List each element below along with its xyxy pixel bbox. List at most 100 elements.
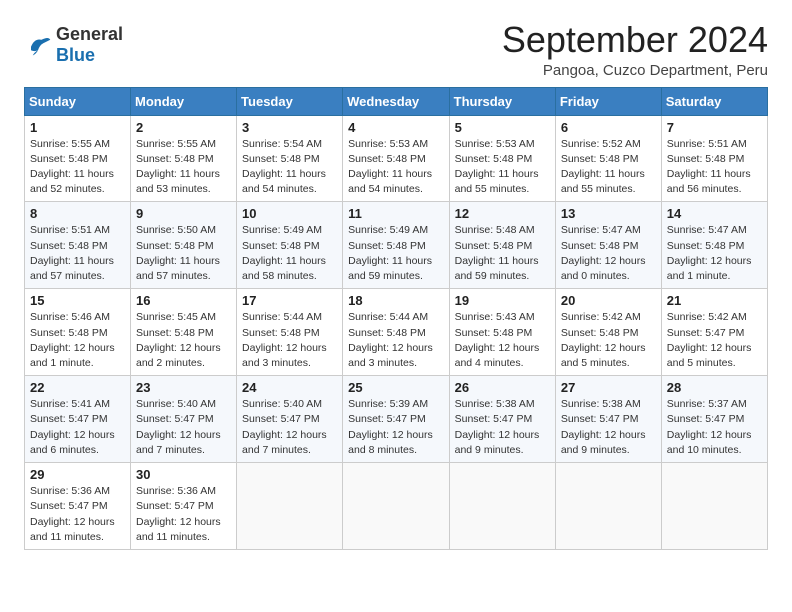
day-detail: Sunrise: 5:51 AMSunset: 5:48 PMDaylight:… [30,224,114,282]
calendar-cell [661,463,767,550]
calendar-cell: 28 Sunrise: 5:37 AMSunset: 5:47 PMDaylig… [661,376,767,463]
calendar-cell: 2 Sunrise: 5:55 AMSunset: 5:48 PMDayligh… [131,115,237,202]
day-detail: Sunrise: 5:47 AMSunset: 5:48 PMDaylight:… [561,224,646,282]
calendar-cell: 9 Sunrise: 5:50 AMSunset: 5:48 PMDayligh… [131,202,237,289]
logo-bird-icon [24,31,52,59]
calendar-cell: 21 Sunrise: 5:42 AMSunset: 5:47 PMDaylig… [661,289,767,376]
day-number: 3 [242,120,337,135]
weekday-header-friday: Friday [555,87,661,115]
day-detail: Sunrise: 5:43 AMSunset: 5:48 PMDaylight:… [455,311,540,369]
day-detail: Sunrise: 5:53 AMSunset: 5:48 PMDaylight:… [348,138,432,196]
day-number: 8 [30,206,125,221]
day-number: 2 [136,120,231,135]
weekday-header-wednesday: Wednesday [343,87,449,115]
day-detail: Sunrise: 5:49 AMSunset: 5:48 PMDaylight:… [348,224,432,282]
calendar-cell: 11 Sunrise: 5:49 AMSunset: 5:48 PMDaylig… [343,202,449,289]
day-number: 24 [242,380,337,395]
calendar-cell: 14 Sunrise: 5:47 AMSunset: 5:48 PMDaylig… [661,202,767,289]
day-number: 22 [30,380,125,395]
calendar-cell: 13 Sunrise: 5:47 AMSunset: 5:48 PMDaylig… [555,202,661,289]
weekday-header-monday: Monday [131,87,237,115]
day-detail: Sunrise: 5:46 AMSunset: 5:48 PMDaylight:… [30,311,115,369]
day-detail: Sunrise: 5:54 AMSunset: 5:48 PMDaylight:… [242,138,326,196]
calendar-week-row: 1 Sunrise: 5:55 AMSunset: 5:48 PMDayligh… [25,115,768,202]
calendar-cell: 16 Sunrise: 5:45 AMSunset: 5:48 PMDaylig… [131,289,237,376]
day-number: 1 [30,120,125,135]
calendar-cell: 26 Sunrise: 5:38 AMSunset: 5:47 PMDaylig… [449,376,555,463]
day-detail: Sunrise: 5:38 AMSunset: 5:47 PMDaylight:… [455,398,540,456]
logo: General Blue [24,24,123,66]
day-number: 27 [561,380,656,395]
calendar-cell: 12 Sunrise: 5:48 AMSunset: 5:48 PMDaylig… [449,202,555,289]
day-number: 21 [667,293,762,308]
weekday-header-tuesday: Tuesday [237,87,343,115]
calendar-cell: 24 Sunrise: 5:40 AMSunset: 5:47 PMDaylig… [237,376,343,463]
day-number: 29 [30,467,125,482]
calendar-cell [555,463,661,550]
day-number: 6 [561,120,656,135]
calendar-cell: 3 Sunrise: 5:54 AMSunset: 5:48 PMDayligh… [237,115,343,202]
day-detail: Sunrise: 5:40 AMSunset: 5:47 PMDaylight:… [136,398,221,456]
day-number: 23 [136,380,231,395]
day-number: 19 [455,293,550,308]
day-detail: Sunrise: 5:47 AMSunset: 5:48 PMDaylight:… [667,224,752,282]
day-number: 16 [136,293,231,308]
day-number: 9 [136,206,231,221]
day-detail: Sunrise: 5:50 AMSunset: 5:48 PMDaylight:… [136,224,220,282]
calendar-table: SundayMondayTuesdayWednesdayThursdayFrid… [24,87,768,550]
day-number: 7 [667,120,762,135]
logo-text: General Blue [56,24,123,66]
weekday-header-row: SundayMondayTuesdayWednesdayThursdayFrid… [25,87,768,115]
calendar-cell: 30 Sunrise: 5:36 AMSunset: 5:47 PMDaylig… [131,463,237,550]
calendar-week-row: 15 Sunrise: 5:46 AMSunset: 5:48 PMDaylig… [25,289,768,376]
calendar-cell: 19 Sunrise: 5:43 AMSunset: 5:48 PMDaylig… [449,289,555,376]
day-detail: Sunrise: 5:53 AMSunset: 5:48 PMDaylight:… [455,138,539,196]
day-number: 25 [348,380,443,395]
calendar-cell: 4 Sunrise: 5:53 AMSunset: 5:48 PMDayligh… [343,115,449,202]
calendar-cell: 7 Sunrise: 5:51 AMSunset: 5:48 PMDayligh… [661,115,767,202]
day-detail: Sunrise: 5:48 AMSunset: 5:48 PMDaylight:… [455,224,539,282]
calendar-cell: 8 Sunrise: 5:51 AMSunset: 5:48 PMDayligh… [25,202,131,289]
day-number: 26 [455,380,550,395]
day-detail: Sunrise: 5:45 AMSunset: 5:48 PMDaylight:… [136,311,221,369]
calendar-cell: 23 Sunrise: 5:40 AMSunset: 5:47 PMDaylig… [131,376,237,463]
calendar-cell: 22 Sunrise: 5:41 AMSunset: 5:47 PMDaylig… [25,376,131,463]
day-detail: Sunrise: 5:42 AMSunset: 5:47 PMDaylight:… [667,311,752,369]
calendar-cell: 10 Sunrise: 5:49 AMSunset: 5:48 PMDaylig… [237,202,343,289]
calendar-week-row: 8 Sunrise: 5:51 AMSunset: 5:48 PMDayligh… [25,202,768,289]
calendar-week-row: 22 Sunrise: 5:41 AMSunset: 5:47 PMDaylig… [25,376,768,463]
location-subtitle: Pangoa, Cuzco Department, Peru [502,62,768,79]
month-title: September 2024 [502,20,768,60]
calendar-cell [343,463,449,550]
day-detail: Sunrise: 5:38 AMSunset: 5:47 PMDaylight:… [561,398,646,456]
day-number: 30 [136,467,231,482]
calendar-cell: 18 Sunrise: 5:44 AMSunset: 5:48 PMDaylig… [343,289,449,376]
day-detail: Sunrise: 5:49 AMSunset: 5:48 PMDaylight:… [242,224,326,282]
day-number: 10 [242,206,337,221]
calendar-cell: 1 Sunrise: 5:55 AMSunset: 5:48 PMDayligh… [25,115,131,202]
calendar-cell: 5 Sunrise: 5:53 AMSunset: 5:48 PMDayligh… [449,115,555,202]
calendar-cell: 17 Sunrise: 5:44 AMSunset: 5:48 PMDaylig… [237,289,343,376]
day-number: 4 [348,120,443,135]
day-detail: Sunrise: 5:36 AMSunset: 5:47 PMDaylight:… [30,485,115,543]
weekday-header-thursday: Thursday [449,87,555,115]
day-number: 18 [348,293,443,308]
day-detail: Sunrise: 5:37 AMSunset: 5:47 PMDaylight:… [667,398,752,456]
day-detail: Sunrise: 5:44 AMSunset: 5:48 PMDaylight:… [242,311,327,369]
day-number: 5 [455,120,550,135]
weekday-header-sunday: Sunday [25,87,131,115]
calendar-cell: 15 Sunrise: 5:46 AMSunset: 5:48 PMDaylig… [25,289,131,376]
day-number: 13 [561,206,656,221]
day-number: 20 [561,293,656,308]
day-detail: Sunrise: 5:40 AMSunset: 5:47 PMDaylight:… [242,398,327,456]
day-detail: Sunrise: 5:39 AMSunset: 5:47 PMDaylight:… [348,398,433,456]
calendar-cell: 29 Sunrise: 5:36 AMSunset: 5:47 PMDaylig… [25,463,131,550]
day-detail: Sunrise: 5:55 AMSunset: 5:48 PMDaylight:… [30,138,114,196]
day-detail: Sunrise: 5:55 AMSunset: 5:48 PMDaylight:… [136,138,220,196]
day-number: 14 [667,206,762,221]
day-number: 28 [667,380,762,395]
calendar-cell: 6 Sunrise: 5:52 AMSunset: 5:48 PMDayligh… [555,115,661,202]
calendar-cell [237,463,343,550]
day-detail: Sunrise: 5:36 AMSunset: 5:47 PMDaylight:… [136,485,221,543]
day-detail: Sunrise: 5:42 AMSunset: 5:48 PMDaylight:… [561,311,646,369]
